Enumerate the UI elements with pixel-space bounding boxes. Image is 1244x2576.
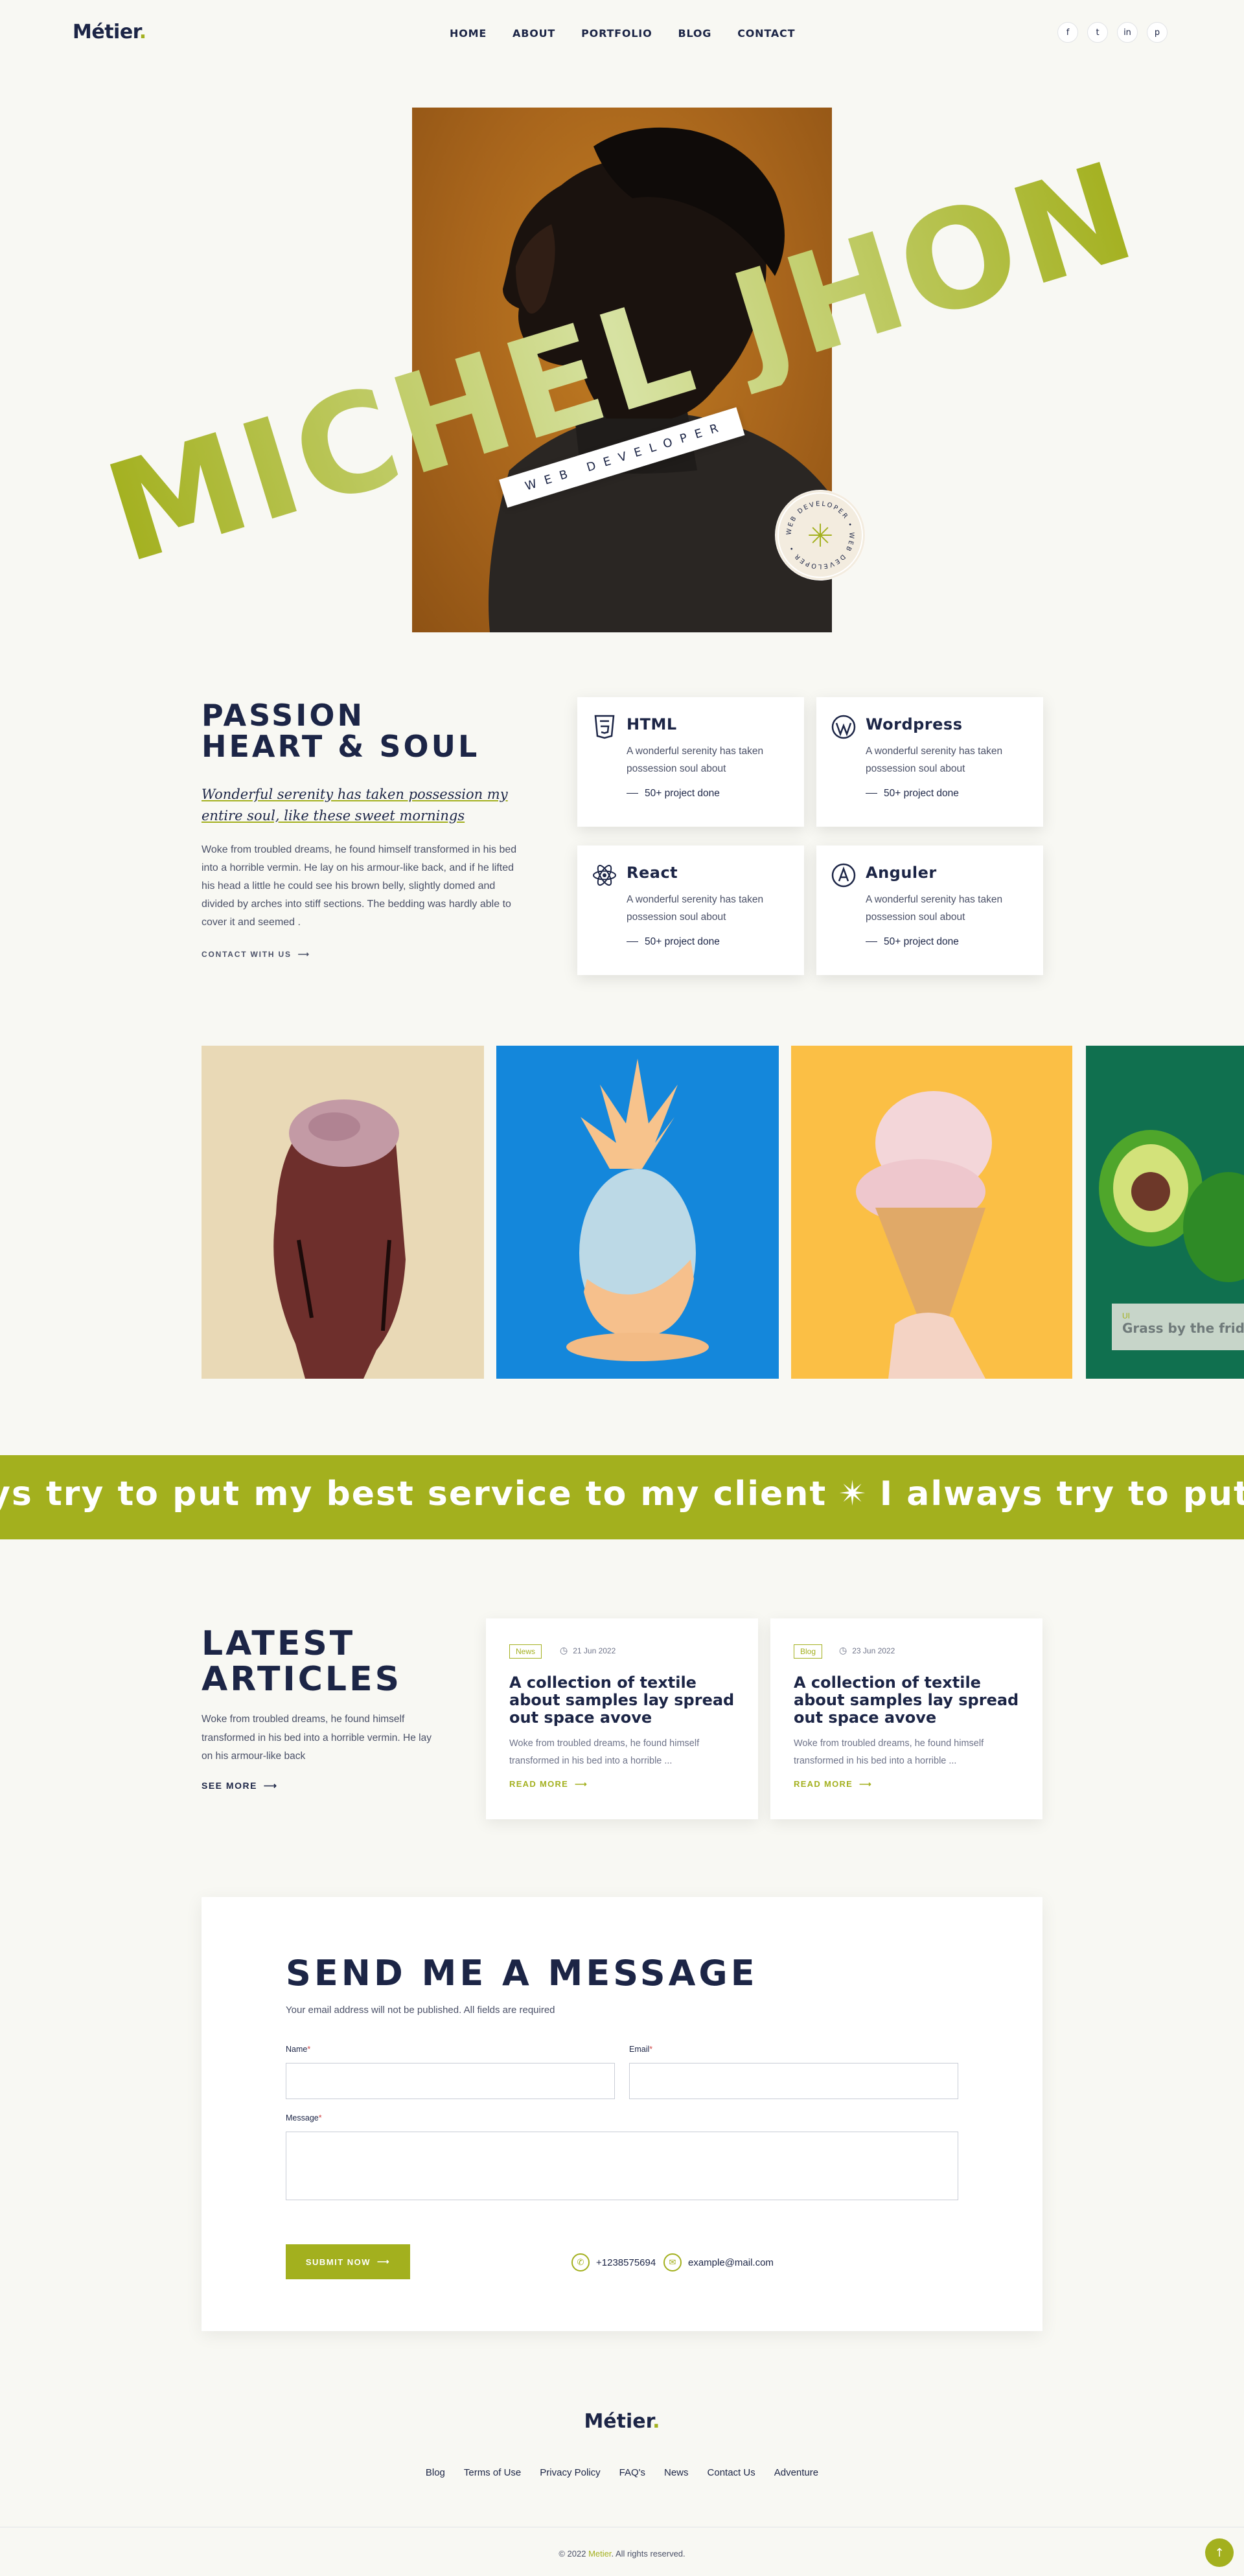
article-title[interactable]: A collection of textile about samples la… xyxy=(509,1674,743,1727)
article-card[interactable]: Blog 23 Jun 2022 A collection of textile… xyxy=(770,1618,1042,1819)
footer-link-news[interactable]: News xyxy=(664,2467,689,2478)
skill-card-react[interactable]: React A wonderful serenity has taken pos… xyxy=(577,845,804,975)
twitter-icon[interactable]: t xyxy=(1087,22,1108,43)
article-title[interactable]: A collection of textile about samples la… xyxy=(794,1674,1027,1727)
wordpress-icon xyxy=(831,714,857,740)
nav-home[interactable]: HOME xyxy=(450,27,487,40)
read-more-link[interactable]: READ MORE ⟶ xyxy=(509,1779,588,1789)
brain-sculpture-image[interactable] xyxy=(202,1046,484,1379)
nav-about[interactable]: ABOUT xyxy=(513,27,555,40)
arrow-right-icon: ⟶ xyxy=(377,2257,391,2266)
skill-desc: A wonderful serenity has taken possessio… xyxy=(866,894,1003,923)
skill-card-angular[interactable]: Anguler A wonderful serenity has taken p… xyxy=(816,845,1043,975)
skill-title: Wordpress xyxy=(866,715,963,733)
arrow-right-icon: ⟶ xyxy=(297,950,310,959)
skill-title: Anguler xyxy=(866,864,937,882)
nav-portfolio[interactable]: PORTFOLIO xyxy=(581,27,652,40)
skill-title: React xyxy=(627,864,678,882)
name-label: Name* xyxy=(286,2045,311,2054)
skill-desc: A wonderful serenity has taken possessio… xyxy=(866,746,1003,775)
footer-link-privacy[interactable]: Privacy Policy xyxy=(540,2467,600,2478)
footer-link-adventure[interactable]: Adventure xyxy=(774,2467,818,2478)
name-field[interactable] xyxy=(286,2063,615,2099)
react-icon xyxy=(592,862,617,888)
message-field[interactable] xyxy=(286,2132,958,2200)
articles-desc: Woke from troubled dreams, he found hims… xyxy=(202,1714,432,1762)
articles-title: LATEST ARTICLES xyxy=(202,1624,402,1699)
main-nav: HOME ABOUT PORTFOLIO BLOG CONTACT xyxy=(450,27,795,40)
social-links: f t in p xyxy=(1057,22,1168,43)
marquee-banner: ys try to put my best service to my clie… xyxy=(0,1455,1244,1539)
skill-projects: 50+ project done xyxy=(866,788,959,799)
linkedin-icon[interactable]: in xyxy=(1117,22,1138,43)
article-date: 23 Jun 2022 xyxy=(839,1646,895,1656)
contact-email[interactable]: ✉ example@mail.com xyxy=(663,2253,774,2271)
submit-button[interactable]: SUBMIT NOW ⟶ xyxy=(286,2244,410,2279)
arrow-right-icon: ⟶ xyxy=(575,1779,588,1789)
back-to-top-button[interactable]: ↑ xyxy=(1205,2538,1234,2567)
passion-body: Woke from troubled dreams, he found hims… xyxy=(202,844,517,928)
footer-link-contact[interactable]: Contact Us xyxy=(708,2467,755,2478)
pineapple-image[interactable] xyxy=(496,1046,779,1379)
facebook-icon[interactable]: f xyxy=(1057,22,1078,43)
form-title: SEND ME A MESSAGE xyxy=(286,1953,758,1994)
passion-subtitle: Wonderful serenity has taken possession … xyxy=(202,787,508,823)
site-logo[interactable]: Métier. xyxy=(73,21,146,43)
skill-card-wordpress[interactable]: Wordpress A wonderful serenity has taken… xyxy=(816,697,1043,827)
arrow-right-icon: ⟶ xyxy=(263,1780,278,1791)
footer-link-terms[interactable]: Terms of Use xyxy=(464,2467,521,2478)
rotating-badge: WEB DEVELOPER • WEB DEVELOPER • xyxy=(775,490,866,581)
gallery-caption: UI Grass by the fridge xyxy=(1112,1304,1244,1350)
skill-projects: 50+ project done xyxy=(627,788,720,799)
skill-projects: 50+ project done xyxy=(627,936,720,948)
mail-icon: ✉ xyxy=(663,2253,682,2271)
article-excerpt: Woke from troubled dreams, he found hims… xyxy=(509,1738,700,1766)
nav-contact[interactable]: CONTACT xyxy=(737,27,795,40)
article-excerpt: Woke from troubled dreams, he found hims… xyxy=(794,1738,984,1766)
article-tag[interactable]: News xyxy=(509,1644,542,1659)
footer-link-faqs[interactable]: FAQ's xyxy=(619,2467,645,2478)
star-icon: ✴ xyxy=(838,1475,868,1513)
footer-link-blog[interactable]: Blog xyxy=(426,2467,445,2478)
contact-phone[interactable]: ✆ +1238575694 xyxy=(571,2253,656,2271)
passion-title: PASSION HEART & SOUL xyxy=(202,698,480,765)
arrow-right-icon: ⟶ xyxy=(859,1779,873,1789)
nav-blog[interactable]: BLOG xyxy=(678,27,711,40)
article-tag[interactable]: Blog xyxy=(794,1644,823,1659)
article-card[interactable]: News 21 Jun 2022 A collection of textile… xyxy=(486,1618,758,1819)
copyright: © 2022 Metier. All rights reserved. xyxy=(559,2549,685,2559)
html5-icon xyxy=(592,714,617,740)
read-more-link[interactable]: READ MORE ⟶ xyxy=(794,1779,872,1789)
skill-projects: 50+ project done xyxy=(866,936,959,948)
message-label: Message* xyxy=(286,2113,322,2122)
ice-cream-image[interactable] xyxy=(791,1046,1072,1379)
phone-icon: ✆ xyxy=(571,2253,590,2271)
email-label: Email* xyxy=(629,2045,653,2054)
skill-desc: A wonderful serenity has taken possessio… xyxy=(627,894,764,923)
pinterest-icon[interactable]: p xyxy=(1147,22,1168,43)
article-date: 21 Jun 2022 xyxy=(560,1646,616,1656)
contact-with-us-link[interactable]: CONTACT WITH US ⟶ xyxy=(202,950,310,959)
form-subtitle: Your email address will not be published… xyxy=(286,2005,555,2016)
email-field[interactable] xyxy=(629,2063,958,2099)
footer-links: Blog Terms of Use Privacy Policy FAQ's N… xyxy=(421,2467,823,2478)
see-more-link[interactable]: SEE MORE ⟶ xyxy=(202,1780,277,1791)
footer-logo[interactable]: Métier. xyxy=(584,2410,660,2433)
skill-title: HTML xyxy=(627,715,677,733)
skill-desc: A wonderful serenity has taken possessio… xyxy=(627,746,764,775)
skill-card-html[interactable]: HTML A wonderful serenity has taken poss… xyxy=(577,697,804,827)
angular-icon xyxy=(831,862,857,888)
